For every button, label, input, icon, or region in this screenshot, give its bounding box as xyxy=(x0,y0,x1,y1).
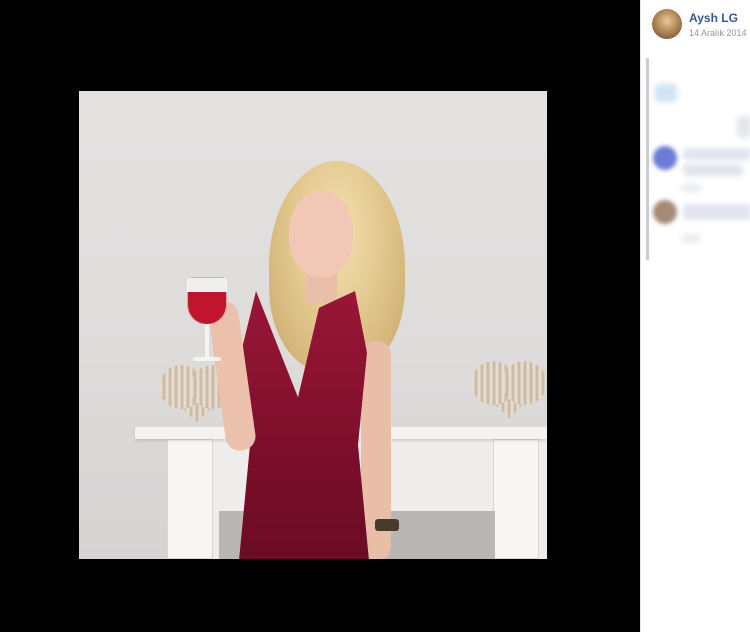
wine-glass-icon xyxy=(187,277,227,367)
wristwatch xyxy=(375,519,399,531)
wicker-heart-left xyxy=(171,371,223,423)
post-photo[interactable] xyxy=(79,91,547,559)
fireplace-pillar-right xyxy=(493,439,539,559)
blurred-commenter-avatar xyxy=(653,146,677,170)
post-date[interactable]: 14 Aralık 2014 xyxy=(689,28,747,38)
blurred-comment xyxy=(683,148,750,160)
blurred-commenter-avatar xyxy=(653,200,677,224)
post-sidebar: Aysh LG 14 Aralık 2014 xyxy=(640,0,750,632)
blurred-comment xyxy=(683,164,743,176)
author-name-link[interactable]: Aysh LG xyxy=(689,11,738,25)
wicker-heart-right xyxy=(483,367,535,419)
blurred-element xyxy=(737,116,750,138)
author-avatar[interactable] xyxy=(652,9,682,39)
face xyxy=(289,191,353,277)
comments-thread-line xyxy=(646,58,649,260)
photo-theater xyxy=(0,0,640,632)
blurred-comment xyxy=(683,204,750,220)
fireplace-pillar-left xyxy=(167,439,213,559)
blurred-reaction xyxy=(655,84,677,102)
blurred-comment-meta xyxy=(681,184,701,192)
blurred-comment-meta xyxy=(681,234,701,242)
